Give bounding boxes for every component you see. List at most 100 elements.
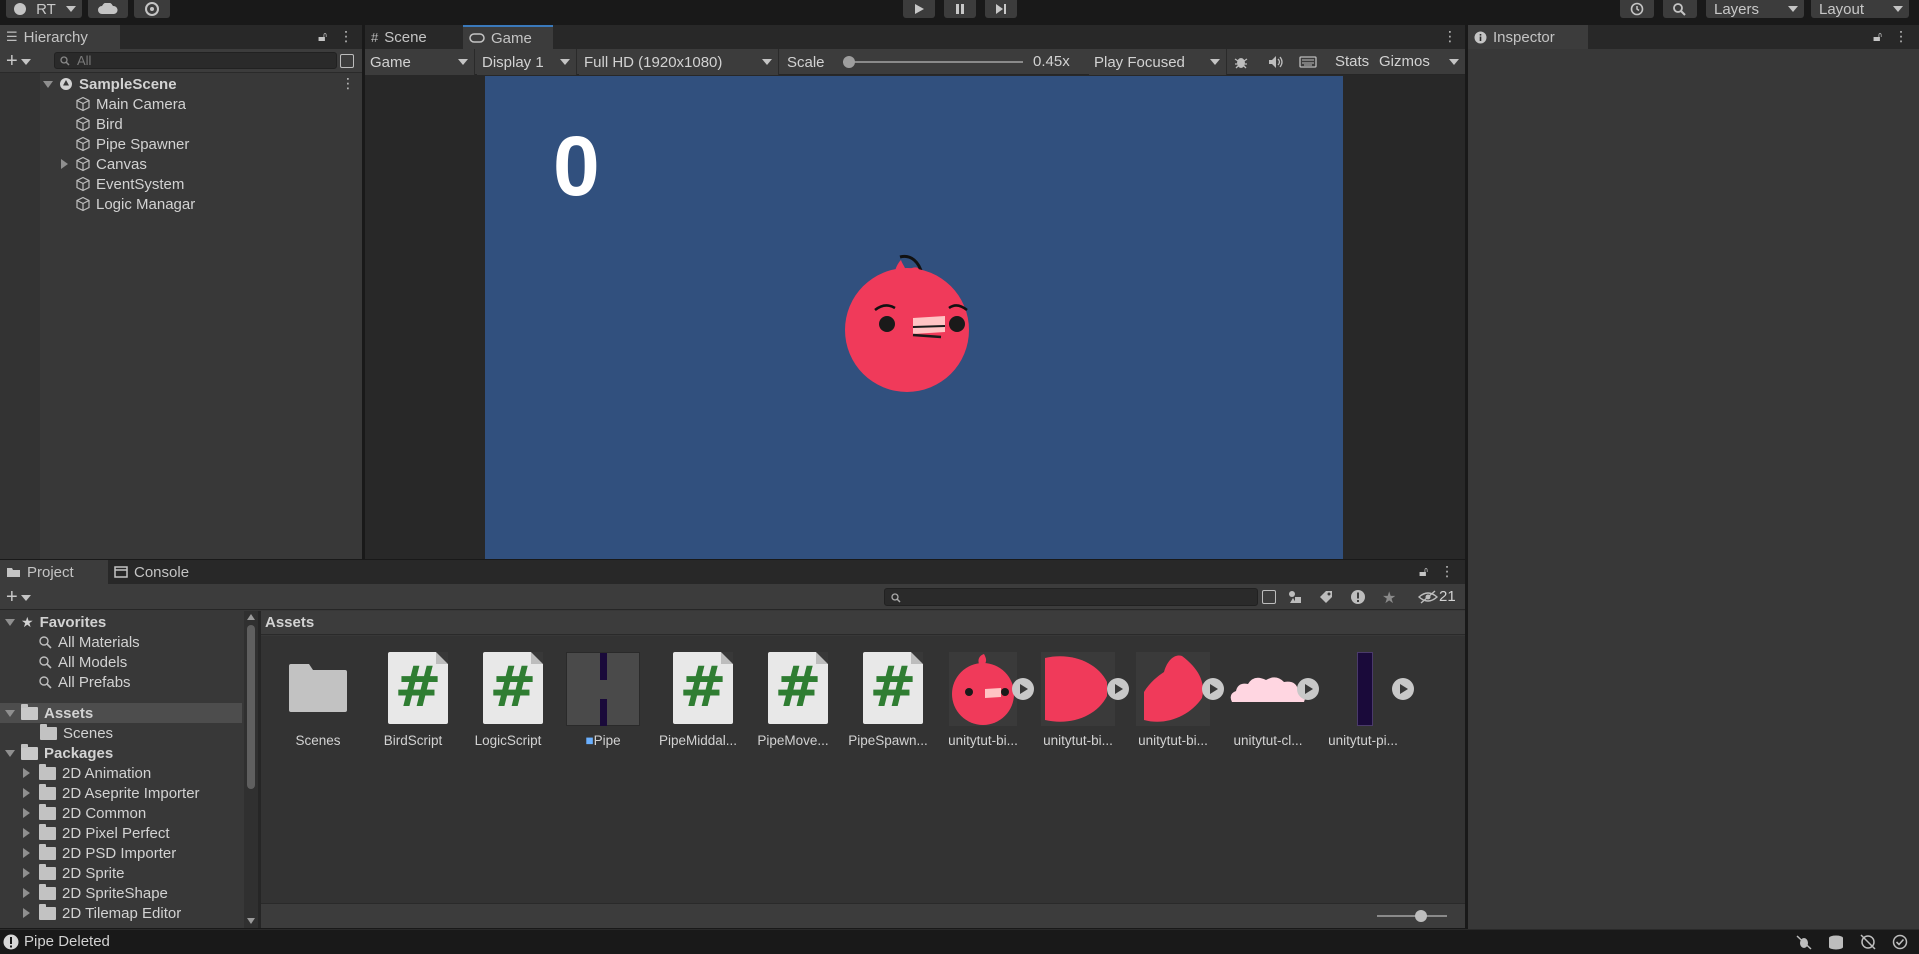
hierarchy-item[interactable]: Pipe Spawner [0, 134, 189, 154]
layout-dropdown[interactable]: Layout [1811, 0, 1909, 18]
undo-history-button[interactable] [1620, 0, 1654, 18]
step-button[interactable] [985, 0, 1017, 18]
more-options-icon[interactable]: ⋮ [1894, 28, 1908, 45]
expand-arrow-icon[interactable] [23, 868, 30, 878]
filter-warnings-button[interactable] [1350, 589, 1366, 605]
expand-arrow-icon[interactable] [5, 709, 15, 717]
lock-icon[interactable]: 🔓︎ [1873, 28, 1882, 45]
assets-row[interactable]: Assets [0, 703, 242, 723]
hidden-packages-toggle[interactable]: 21 [1418, 588, 1456, 605]
icon-size-slider[interactable] [1377, 910, 1447, 922]
more-options-icon[interactable]: ⋮ [1443, 28, 1457, 45]
cloud-button[interactable] [88, 0, 128, 18]
package-item[interactable]: 2D Pixel Perfect [0, 823, 170, 843]
package-item[interactable]: 2D Tilemap Editor [0, 903, 181, 923]
hierarchy-item[interactable]: Logic Managar [0, 194, 195, 214]
layers-dropdown[interactable]: Layers [1706, 0, 1804, 18]
add-button[interactable]: + [6, 51, 31, 71]
search-options-icon[interactable] [1262, 590, 1276, 604]
hierarchy-search-input[interactable]: All [54, 52, 337, 69]
play-mode-dropdown[interactable]: Play Focused [1089, 49, 1227, 75]
play-icon[interactable] [1012, 678, 1034, 700]
display-dropdown[interactable]: Display 1 [477, 49, 577, 75]
packages-row[interactable]: Packages [0, 743, 113, 763]
filter-by-label-button[interactable] [1318, 589, 1334, 605]
hierarchy-item[interactable]: Main Camera [0, 94, 186, 114]
favorites-row[interactable]: ★ Favorites [0, 612, 106, 632]
resolution-dropdown[interactable]: Full HD (1920x1080) [579, 49, 779, 75]
folder-item[interactable]: Scenes [0, 723, 113, 743]
game-mode-dropdown[interactable]: Game [365, 49, 475, 75]
status-message[interactable]: Pipe Deleted [24, 933, 110, 950]
expand-arrow-icon[interactable] [23, 848, 30, 858]
play-icon[interactable] [1297, 678, 1319, 700]
icon-size-slider-thumb[interactable] [1415, 910, 1427, 922]
progress-check-icon[interactable] [1891, 934, 1909, 950]
search-options-icon[interactable] [340, 54, 354, 68]
search-button[interactable] [1663, 0, 1697, 18]
hierarchy-item[interactable]: Canvas [0, 154, 147, 174]
expand-arrow-icon[interactable] [61, 159, 68, 169]
debug-button[interactable] [1233, 54, 1249, 70]
create-asset-button[interactable]: + [6, 587, 31, 607]
game-viewport[interactable]: 0 [485, 76, 1343, 559]
hierarchy-item[interactable]: EventSystem [0, 174, 184, 194]
star-icon[interactable]: ★ [1382, 588, 1396, 608]
shortcuts-button[interactable] [1299, 54, 1317, 70]
tree-scrollbar[interactable] [244, 611, 258, 928]
package-item[interactable]: 2D Aseprite Importer [0, 783, 200, 803]
scroll-down-icon[interactable] [247, 918, 255, 924]
expand-arrow-icon[interactable] [5, 618, 15, 626]
play-icon[interactable] [1392, 678, 1414, 700]
auto-generate-lighting-icon[interactable] [1859, 934, 1877, 950]
scroll-up-icon[interactable] [247, 614, 255, 620]
favorite-item[interactable]: All Materials [0, 632, 140, 652]
gizmos-dropdown[interactable]: Gizmos [1379, 53, 1459, 70]
expand-arrow-icon[interactable] [23, 808, 30, 818]
more-options-icon[interactable]: ⋮ [341, 75, 355, 92]
tab-project[interactable]: Project [0, 560, 108, 584]
expand-arrow-icon[interactable] [23, 768, 30, 778]
collab-button[interactable] [134, 0, 170, 18]
stats-button[interactable]: Stats [1335, 53, 1369, 70]
package-item[interactable]: 2D Common [0, 803, 146, 823]
play-icon[interactable] [1202, 678, 1224, 700]
filter-by-type-button[interactable] [1287, 589, 1303, 605]
expand-arrow-icon[interactable] [23, 888, 30, 898]
hierarchy-item[interactable]: Bird [0, 114, 123, 134]
pause-button[interactable] [944, 0, 976, 18]
tab-inspector[interactable]: Inspector [1468, 25, 1588, 49]
main-toolbar: RT Layers Layout [0, 0, 1919, 20]
scale-slider-thumb[interactable] [843, 56, 855, 68]
expand-arrow-icon[interactable] [23, 908, 30, 918]
breadcrumb-assets[interactable]: Assets [265, 614, 314, 631]
expand-arrow-icon[interactable] [23, 788, 30, 798]
expand-arrow-icon[interactable] [23, 828, 30, 838]
project-search-input[interactable] [884, 588, 1258, 606]
lock-icon[interactable]: 🔓︎ [318, 28, 327, 45]
tab-scene[interactable]: # Scene [365, 25, 463, 49]
package-item[interactable]: 2D Animation [0, 763, 151, 783]
play-icon[interactable] [1107, 678, 1129, 700]
tab-console[interactable]: Console [108, 560, 208, 584]
account-dropdown[interactable]: RT [6, 0, 82, 18]
debug-mode-icon[interactable] [1795, 934, 1813, 950]
expand-arrow-icon[interactable] [5, 749, 15, 757]
tab-hierarchy[interactable]: ☰ Hierarchy [0, 25, 120, 49]
play-button[interactable] [903, 0, 935, 18]
package-item[interactable]: 2D Sprite [0, 863, 125, 883]
scale-slider[interactable] [843, 56, 1023, 68]
tab-game[interactable]: Game [463, 25, 553, 49]
cache-server-icon[interactable] [1827, 934, 1845, 950]
more-options-icon[interactable]: ⋮ [339, 28, 353, 45]
favorite-item[interactable]: All Models [0, 652, 127, 672]
favorite-item[interactable]: All Prefabs [0, 672, 131, 692]
more-options-icon[interactable]: ⋮ [1440, 563, 1454, 580]
lock-icon[interactable]: 🔓︎ [1419, 563, 1428, 580]
package-item[interactable]: 2D PSD Importer [0, 843, 176, 863]
scene-row[interactable]: SampleScene ⋮ [0, 74, 362, 94]
mute-audio-button[interactable] [1267, 54, 1285, 70]
scrollbar-thumb[interactable] [247, 625, 255, 789]
package-item[interactable]: 2D SpriteShape [0, 883, 168, 903]
expand-arrow-icon[interactable] [43, 80, 53, 88]
